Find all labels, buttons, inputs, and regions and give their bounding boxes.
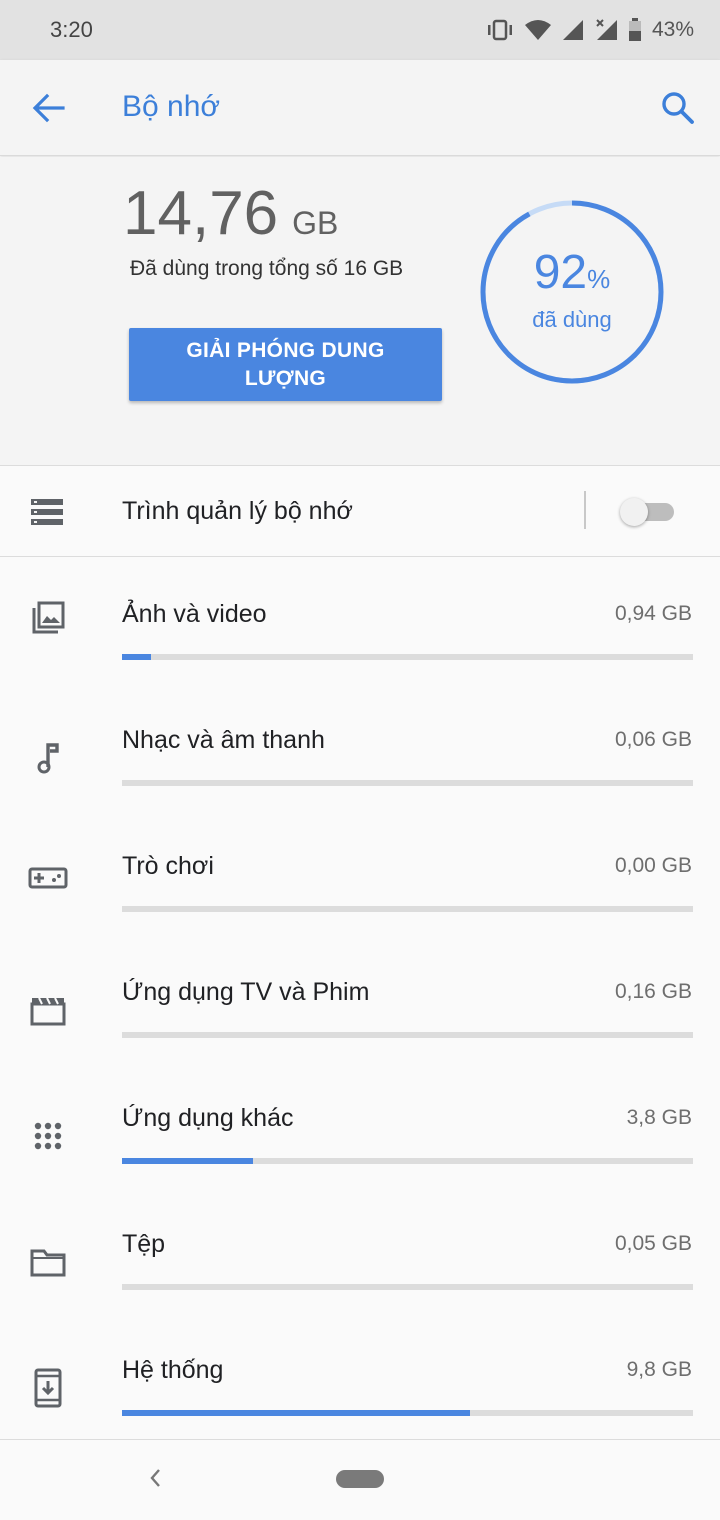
category-label: Ảnh và video [122,600,267,628]
category-size: 9,8 GB [626,1358,692,1381]
category-progress-track [122,906,693,912]
category-label: Ứng dụng khác [122,1104,294,1132]
folder-icon [28,1242,68,1282]
battery-icon [628,18,641,41]
system-update-icon [28,1368,68,1408]
gamepad-icon [28,858,68,898]
usage-percent-value: 92 [533,246,588,299]
usage-percent-sign: % [587,264,611,294]
category-size: 0,06 GB [614,728,692,751]
search-button[interactable] [654,84,702,132]
nav-home-pill[interactable] [336,1470,384,1488]
photo-library-icon [28,598,68,638]
category-label: Hệ thống [122,1356,224,1384]
category-size: 0,05 GB [614,1232,692,1255]
category-label: Nhạc và âm thanh [122,726,325,754]
arrow-back-icon [32,93,65,123]
category-progress-track [122,1032,693,1038]
free-up-space-button[interactable]: GIẢI PHÓNG DUNG LƯỢNG [129,328,442,401]
usage-percent-label: đã dùng [532,307,612,332]
category-progress-track [122,1410,693,1416]
used-amount: 14,76 GB [123,179,338,249]
toggle-thumb [620,498,648,526]
storage-summary: 14,76 GB Đã dùng trong tổng số 16 GB GIẢ… [0,157,720,465]
category-progress-fill [122,1158,253,1164]
music-note-icon [28,738,68,778]
category-progress-track [122,1284,693,1290]
nav-back-icon[interactable] [144,1466,168,1490]
category-size: 3,8 GB [626,1106,692,1129]
usage-ring: 92% đã dùng [477,197,667,387]
category-progress-track [122,780,693,786]
category-size: 0,00 GB [614,854,692,877]
vertical-divider [584,491,586,529]
storage-category-row[interactable]: Ứng dụng TV và Phim 0,16 GB [0,950,720,1076]
storage-manager-toggle[interactable] [620,498,676,526]
category-label: Ứng dụng TV và Phim [122,978,370,1006]
battery-percent: 43% [651,18,694,41]
divider [0,556,720,557]
used-total-text: Đã dùng trong tổng số 16 GB [130,257,404,280]
status-time: 3:20 [50,17,93,42]
apps-grid-icon [28,1116,68,1156]
status-icons: 43% [486,16,694,44]
used-value: 14,76 [123,179,279,248]
storage-category-row[interactable]: Trò chơi 0,00 GB [0,824,720,950]
navigation-bar [0,1440,720,1520]
category-size: 0,94 GB [614,602,692,625]
category-label: Trò chơi [122,852,214,880]
search-icon [662,92,694,124]
storage-category-row[interactable]: Hệ thống 9,8 GB [0,1328,720,1454]
category-progress-fill [122,654,151,660]
wifi-icon [524,20,551,40]
signal-x-icon [596,19,617,40]
storage-list-icon [31,499,63,525]
category-progress-fill [122,1410,470,1416]
storage-manager-row[interactable]: Trình quản lý bộ nhớ [0,467,720,556]
signal-icon [562,20,583,40]
category-progress-track [122,654,693,660]
category-label: Tệp [122,1230,166,1258]
storage-category-row[interactable]: Ứng dụng khác 3,8 GB [0,1076,720,1202]
usage-percent: 92% [477,245,667,300]
storage-category-row[interactable]: Ảnh và video 0,94 GB [0,572,720,698]
back-button[interactable] [24,84,72,132]
movie-icon [28,990,68,1030]
category-progress-track [122,1158,693,1164]
divider [0,465,720,466]
used-unit: GB [292,205,339,241]
status-bar: 3:20 43% [0,0,720,60]
page-title: Bộ nhớ [122,90,221,123]
app-bar: Bộ nhớ [0,60,720,156]
vibrate-icon [487,19,512,41]
storage-category-row[interactable]: Nhạc và âm thanh 0,06 GB [0,698,720,824]
storage-category-row[interactable]: Tệp 0,05 GB [0,1202,720,1328]
storage-manager-label: Trình quản lý bộ nhớ [122,497,353,525]
category-size: 0,16 GB [614,980,692,1003]
